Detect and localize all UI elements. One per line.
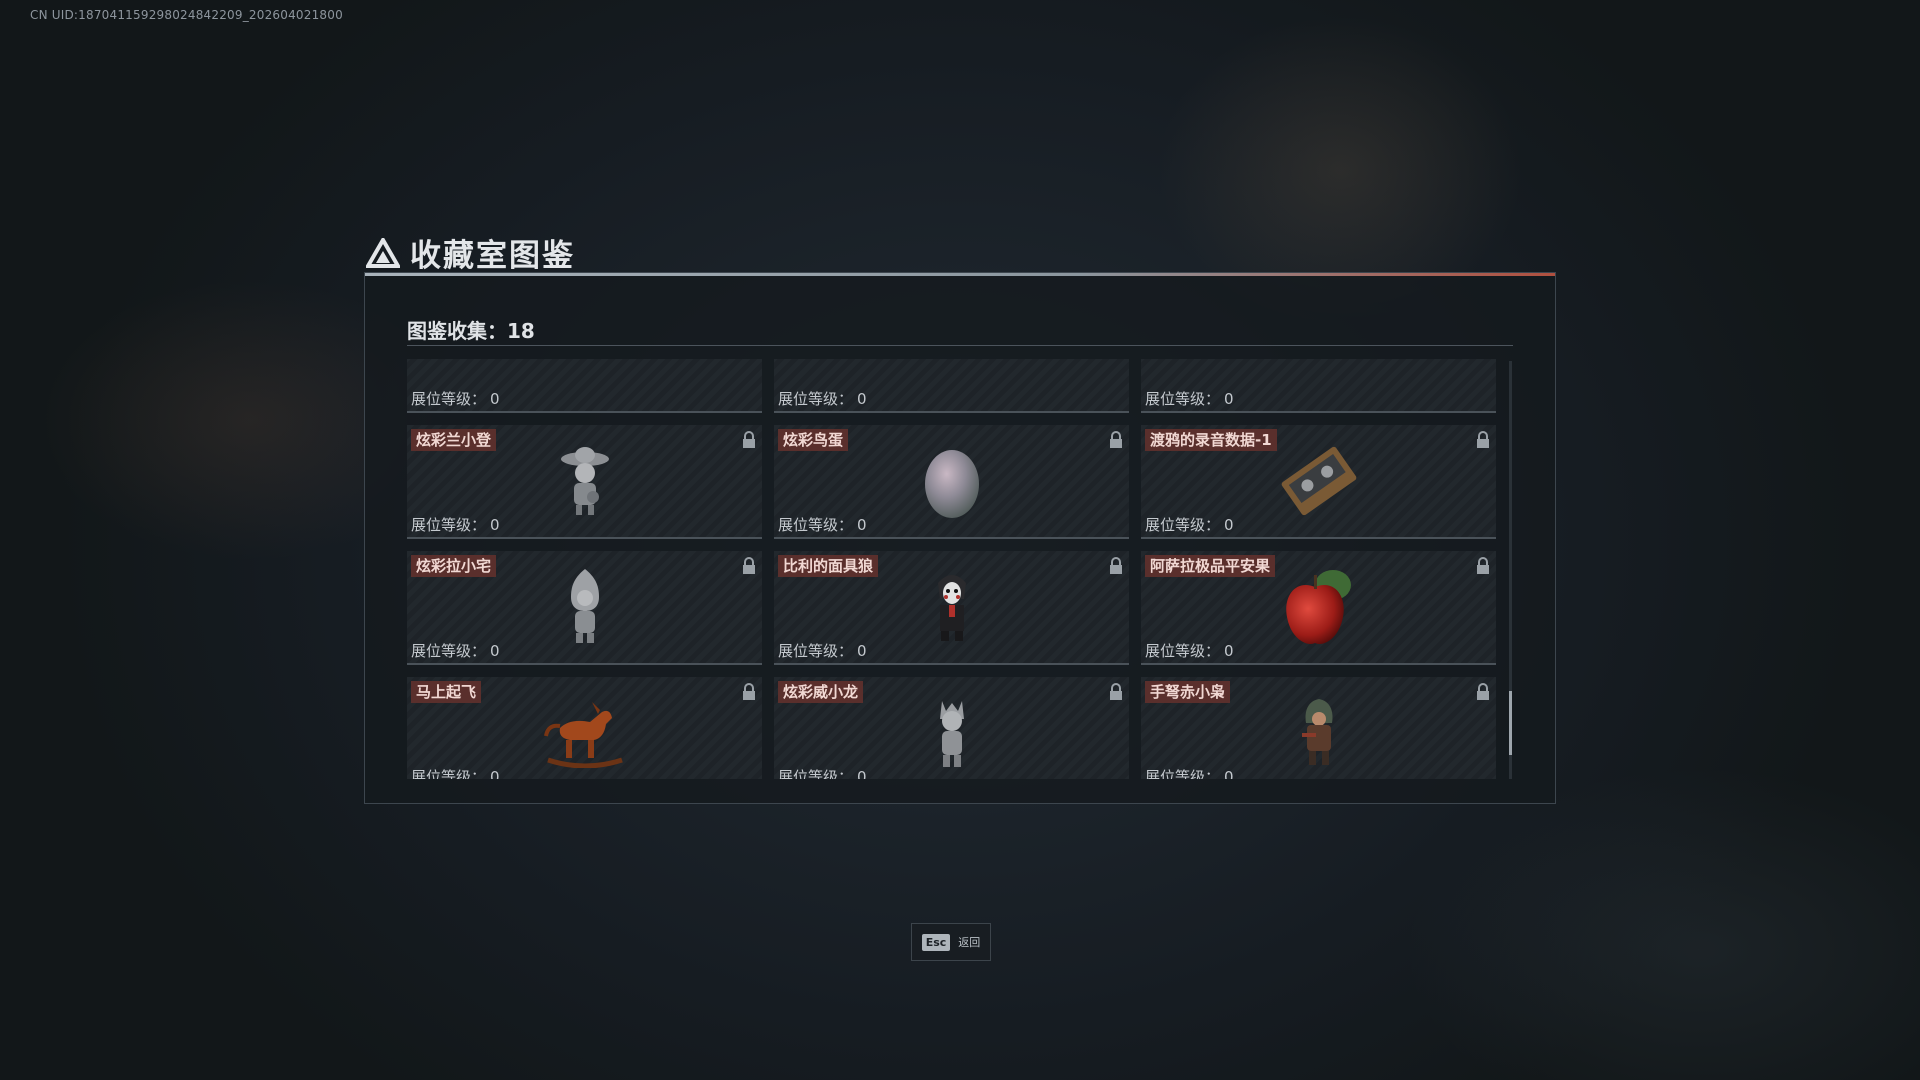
booth-level-value: 0: [857, 642, 867, 660]
lock-icon: [1110, 557, 1122, 574]
booth-level: 展位等级： 0: [411, 388, 500, 409]
scrollbar-thumb[interactable]: [1509, 691, 1512, 755]
hooded-figurine-icon: [570, 569, 599, 643]
back-label: 返回: [958, 936, 981, 949]
cassette-tape-icon: [1281, 446, 1356, 516]
page-header: 收藏室图鉴: [366, 230, 575, 275]
item-name-tag: 手弩赤小枭: [1145, 681, 1231, 703]
sombrero-figurine-icon: [560, 447, 609, 515]
booth-level-value: 0: [1224, 642, 1234, 660]
red-apple-icon: [1285, 570, 1351, 644]
booth-level: 展位等级： 0: [411, 640, 500, 661]
lock-icon: [1477, 431, 1489, 448]
booth-level-label: 展位等级：: [1145, 390, 1221, 408]
lock-icon: [1477, 557, 1489, 574]
booth-level: 展位等级： 0: [1145, 388, 1234, 409]
booth-level-label: 展位等级：: [411, 768, 487, 779]
booth-level-value: 0: [490, 390, 500, 408]
booth-level-label: 展位等级：: [778, 390, 854, 408]
booth-level-value: 0: [857, 768, 867, 779]
booth-level: 展位等级： 0: [778, 388, 867, 409]
masked-puppet-icon: [937, 575, 966, 641]
collection-item[interactable]: 展位等级： 0: [407, 359, 762, 413]
booth-level-value: 0: [1224, 390, 1234, 408]
booth-level: 展位等级： 0: [411, 514, 500, 535]
collection-item[interactable]: 炫彩拉小宅 展位等级： 0: [407, 551, 762, 665]
item-name-tag: 阿萨拉极品平安果: [1145, 555, 1276, 577]
lock-icon: [1110, 431, 1122, 448]
booth-level-label: 展位等级：: [1145, 642, 1221, 660]
booth-level-label: 展位等级：: [1145, 768, 1221, 779]
booth-level: 展位等级： 0: [1145, 514, 1234, 535]
item-name-tag: 马上起飞: [411, 681, 482, 703]
collection-item[interactable]: 炫彩兰小登 展位等级： 0: [407, 425, 762, 539]
booth-level-label: 展位等级：: [778, 642, 854, 660]
collection-item[interactable]: 手弩赤小枭 展位等级： 0: [1141, 677, 1496, 779]
collection-item[interactable]: 阿萨拉极品平安果 展位等级： 0: [1141, 551, 1496, 665]
egg-icon: [924, 450, 979, 518]
item-name-tag: 渡鸦的录音数据-1: [1145, 429, 1277, 451]
booth-level: 展位等级： 0: [778, 640, 867, 661]
item-name-tag: 炫彩威小龙: [778, 681, 864, 703]
booth-level-label: 展位等级：: [778, 516, 854, 534]
collection-count-label: 图鉴收集：: [407, 319, 507, 343]
lock-icon: [743, 431, 755, 448]
collection-count: 图鉴收集：18: [407, 315, 535, 344]
booth-level-label: 展位等级：: [411, 390, 487, 408]
booth-level: 展位等级： 0: [411, 766, 500, 779]
collection-grid: 展位等级： 0 展位等级： 0 展位等级： 0 炫彩兰小登 展位等级： 0 炫彩…: [407, 359, 1496, 779]
booth-level-value: 0: [490, 642, 500, 660]
booth-level: 展位等级： 0: [778, 766, 867, 779]
rocking-horse-icon: [543, 702, 623, 768]
collection-item[interactable]: 比利的面具狼 展位等级： 0: [774, 551, 1129, 665]
booth-level-value: 0: [490, 516, 500, 534]
lock-icon: [1110, 683, 1122, 700]
collection-item[interactable]: 炫彩鸟蛋 展位等级： 0: [774, 425, 1129, 539]
collection-item[interactable]: 炫彩威小龙 展位等级： 0: [774, 677, 1129, 779]
grid-scrollbar[interactable]: [1509, 361, 1512, 779]
booth-level: 展位等级： 0: [778, 514, 867, 535]
booth-level: 展位等级： 0: [1145, 640, 1234, 661]
divider: [407, 345, 1513, 346]
item-name-tag: 比利的面具狼: [778, 555, 879, 577]
lock-icon: [743, 557, 755, 574]
uid-label: CN UID:187041159298024842209_20260402180…: [30, 8, 343, 22]
booth-level-label: 展位等级：: [411, 642, 487, 660]
collection-item[interactable]: 展位等级： 0: [774, 359, 1129, 413]
page-title: 收藏室图鉴: [410, 238, 575, 274]
booth-level-label: 展位等级：: [778, 768, 854, 779]
panel-accent-line: [365, 273, 1555, 276]
back-button[interactable]: Esc 返回: [911, 923, 991, 961]
collection-item[interactable]: 渡鸦的录音数据-1 展位等级： 0: [1141, 425, 1496, 539]
booth-level-label: 展位等级：: [1145, 516, 1221, 534]
booth-level-value: 0: [857, 516, 867, 534]
lock-icon: [743, 683, 755, 700]
collection-grid-viewport[interactable]: 展位等级： 0 展位等级： 0 展位等级： 0 炫彩兰小登 展位等级： 0 炫彩…: [407, 359, 1497, 779]
item-name-tag: 炫彩拉小宅: [411, 555, 497, 577]
lock-icon: [1477, 683, 1489, 700]
booth-level-value: 0: [1224, 768, 1234, 779]
hooded-crossbow-figure-icon: [1301, 699, 1332, 765]
collection-panel: 图鉴收集：18 展位等级： 0 展位等级： 0 展位等级： 0 炫彩兰小登 展位…: [364, 272, 1556, 804]
dragon-figurine-icon: [939, 701, 964, 767]
item-name-tag: 炫彩鸟蛋: [778, 429, 849, 451]
booth-level: 展位等级： 0: [1145, 766, 1234, 779]
triangle-logo-icon: [366, 237, 400, 268]
booth-level-value: 0: [857, 390, 867, 408]
booth-level-value: 0: [490, 768, 500, 779]
esc-key-hint: Esc: [921, 933, 951, 951]
booth-level-value: 0: [1224, 516, 1234, 534]
booth-level-label: 展位等级：: [411, 516, 487, 534]
collection-item[interactable]: 展位等级： 0: [1141, 359, 1496, 413]
item-name-tag: 炫彩兰小登: [411, 429, 497, 451]
collection-count-value: 18: [507, 319, 535, 343]
collection-item[interactable]: 马上起飞 展位等级： 0: [407, 677, 762, 779]
